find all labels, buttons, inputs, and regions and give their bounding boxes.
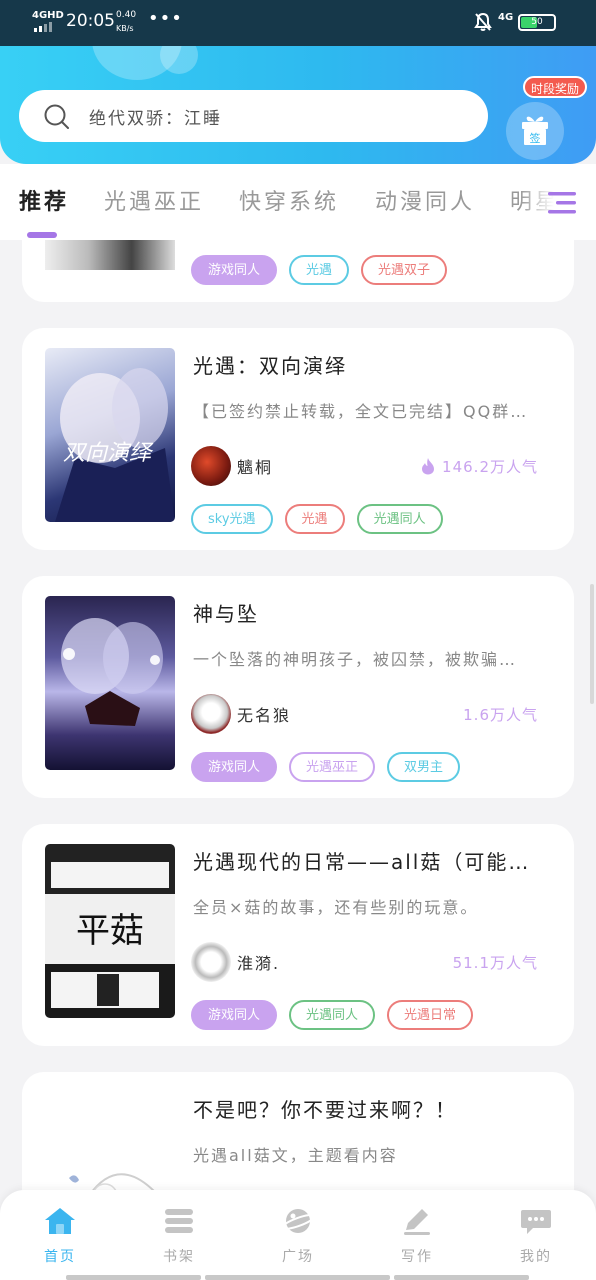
pen-icon [404, 1209, 430, 1235]
popularity-value: 51.1万人气 [452, 954, 538, 972]
avatar [191, 446, 231, 486]
tag-list: 游戏同人 光遇 光遇双子 [191, 255, 448, 285]
book-card-partial[interactable]: 游戏同人 光遇 光遇双子 [22, 240, 574, 302]
author-name: 淮漪. [237, 954, 281, 973]
gift-icon: 签 [522, 116, 548, 145]
tag[interactable]: 光遇 [284, 504, 345, 534]
book-card[interactable]: 平菇 光遇现代的日常——all菇（可能… 全员×菇的故事，还有些别的玩意。 淮漪… [22, 824, 574, 1046]
nav-label: 首页 [44, 1249, 76, 1265]
battery-icon: 50 [518, 14, 556, 31]
tag[interactable]: 光遇日常 [387, 1000, 474, 1030]
book-card[interactable]: 双向演绎 光遇：双向演绎 【已签约禁止转载，全文已完结】QQ群… 魑桐 146.… [22, 328, 574, 550]
nav-mine[interactable]: 我的 [496, 1206, 576, 1266]
tag[interactable]: sky光遇 [191, 504, 273, 534]
nav-write[interactable]: 写作 [377, 1206, 457, 1266]
nav-bookshelf[interactable]: 书架 [139, 1206, 219, 1266]
active-tab-indicator [27, 232, 57, 238]
planet-icon [281, 1209, 316, 1233]
author[interactable]: 魑桐 [191, 446, 273, 486]
book-cover-partial [45, 240, 175, 270]
network-type: 4GHD [32, 10, 64, 21]
book-card[interactable]: 神与坠 一个坠落的神明孩子，被囚禁，被欺骗… 无名狼 1.6万人气 游戏同人 光… [22, 576, 574, 798]
book-desc: 光遇all菇文，主题看内容 [193, 1146, 398, 1165]
cover-title: 平菇 [76, 911, 144, 951]
book-desc: 一个坠落的神明孩子，被囚禁，被欺骗… [193, 650, 518, 669]
tab-guangyu-wuzheng[interactable]: 光遇巫正 [104, 184, 204, 216]
tag[interactable]: 光遇双子 [361, 255, 448, 285]
tag-list: sky光遇 光遇 光遇同人 [191, 504, 443, 534]
tag[interactable]: 光遇同人 [356, 504, 443, 534]
net-speed: 0.40 KB/s [116, 9, 136, 35]
tab-recommend[interactable]: 推荐 [19, 184, 69, 216]
popularity: 1.6万人气 [463, 704, 538, 725]
checkin-label: 签 [530, 131, 541, 145]
signal-icon [34, 22, 52, 32]
bottom-nav: 首页 书架 广场 写作 我的 [0, 1190, 596, 1280]
cover-art: 双向演绎 [55, 368, 175, 522]
author-name: 魑桐 [237, 458, 274, 477]
chat-icon [521, 1210, 551, 1234]
system-nav-bar [394, 1275, 529, 1280]
popularity: 146.2万人气 [420, 456, 538, 477]
nav-square[interactable]: 广场 [258, 1206, 338, 1266]
tag[interactable]: 游戏同人 [191, 752, 278, 782]
status-bar: 4GHD 20:05 0.40 KB/s ••• 4G 50 [0, 0, 596, 46]
system-nav-bar [205, 1275, 390, 1280]
popularity-value: 146.2万人气 [442, 458, 538, 476]
nav-home[interactable]: 首页 [20, 1206, 100, 1266]
checkin-button[interactable]: 签 [506, 102, 564, 160]
author[interactable]: 淮漪. [191, 942, 280, 982]
tag[interactable]: 光遇同人 [289, 1000, 376, 1030]
mobile-data-indicator: 4G [498, 12, 514, 23]
book-desc: 【已签约禁止转载，全文已完结】QQ群… [193, 402, 529, 421]
book-title[interactable]: 光遇：双向演绎 [193, 350, 347, 379]
category-tabs: 推荐 光遇巫正 快穿系统 动漫同人 明星 [0, 164, 596, 240]
system-nav-bar [66, 1275, 201, 1280]
home-icon [45, 1208, 75, 1234]
book-cover: 平菇 [45, 844, 175, 1018]
search-bar[interactable]: 绝代双骄：江睡 [19, 90, 488, 142]
book-desc: 全员×菇的故事，还有些别的玩意。 [193, 898, 479, 917]
book-cover: 双向演绎 [45, 348, 175, 522]
author-name: 无名狼 [237, 706, 292, 725]
nav-label: 书架 [163, 1249, 195, 1265]
book-title[interactable]: 光遇现代的日常——all菇（可能… [193, 846, 530, 875]
tag[interactable]: 光遇巫正 [289, 752, 376, 782]
cover-art [61, 618, 163, 726]
popularity: 51.1万人气 [453, 952, 538, 973]
book-cover [45, 596, 175, 770]
search-placeholder: 绝代双骄：江睡 [89, 109, 222, 129]
tag[interactable]: 游戏同人 [191, 1000, 278, 1030]
avatar [191, 694, 231, 734]
avatar [191, 942, 231, 982]
author[interactable]: 无名狼 [191, 694, 291, 734]
category-menu-icon[interactable] [548, 190, 578, 216]
more-notifications-icon: ••• [148, 8, 183, 29]
bookshelf-icon [165, 1209, 193, 1233]
battery-text: 50 [531, 17, 543, 27]
popularity-value: 1.6万人气 [463, 706, 538, 724]
tab-kuaichuan[interactable]: 快穿系统 [239, 184, 339, 216]
tab-anime-fanfic[interactable]: 动漫同人 [375, 184, 475, 216]
tag-list: 游戏同人 光遇巫正 双男主 [191, 752, 461, 782]
nav-label: 写作 [401, 1249, 433, 1265]
flame-icon [422, 458, 435, 475]
tag[interactable]: 双男主 [387, 752, 461, 782]
reward-badge[interactable]: 时段奖励 [523, 76, 588, 98]
book-title[interactable]: 神与坠 [193, 598, 259, 627]
cover-title: 双向演绎 [63, 441, 154, 466]
nav-label: 广场 [282, 1249, 314, 1265]
tag[interactable]: 游戏同人 [191, 255, 278, 285]
book-title[interactable]: 不是吧？你不要过来啊？！ [193, 1094, 457, 1123]
cover-art: 平菇 [45, 844, 175, 1018]
net-speed-value: 0.40 [116, 10, 137, 20]
search-icon [44, 104, 69, 129]
scrollbar[interactable] [590, 584, 594, 704]
tag-list: 游戏同人 光遇同人 光遇日常 [191, 1000, 474, 1030]
nav-label: 我的 [520, 1249, 552, 1265]
tag[interactable]: 光遇 [289, 255, 350, 285]
mute-bell-icon [474, 12, 492, 31]
clock: 20:05 [66, 11, 115, 31]
net-speed-unit: KB/s [116, 24, 134, 33]
